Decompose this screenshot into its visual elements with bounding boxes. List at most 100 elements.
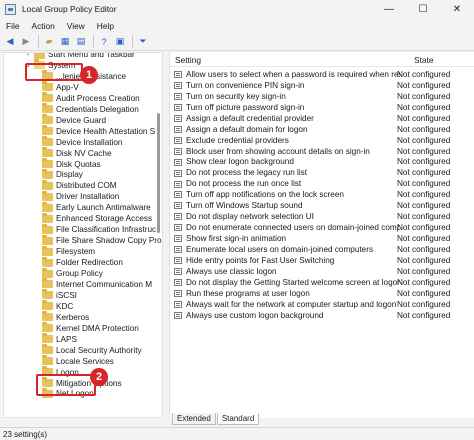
setting-row[interactable]: Do not enumerate connected users on doma… xyxy=(170,222,474,233)
setting-row[interactable]: Assign a default credential provider Not … xyxy=(170,113,474,124)
setting-row[interactable]: Do not display network selection UI Not c… xyxy=(170,211,474,222)
close-button[interactable]: ✕ xyxy=(440,0,474,18)
setting-row[interactable]: Enumerate local users on domain-joined c… xyxy=(170,244,474,255)
minimize-button[interactable]: — xyxy=(372,0,406,18)
folder-icon xyxy=(42,92,53,103)
tree-node[interactable]: Display xyxy=(42,168,83,180)
tree-node[interactable]: Disk Quotas xyxy=(42,158,101,170)
tree-node-label: iSCSI xyxy=(56,290,77,300)
menu-action[interactable]: Action xyxy=(26,21,61,31)
tree-node[interactable]: Filesystem xyxy=(42,245,95,257)
tree-node[interactable]: Local Security Authority xyxy=(42,344,142,356)
policy-setting-icon xyxy=(174,224,182,232)
menu-file[interactable]: File xyxy=(0,21,26,31)
setting-row[interactable]: Do not process the run once list Not conf… xyxy=(170,179,474,190)
setting-row[interactable]: Hide entry points for Fast User Switchin… xyxy=(170,255,474,266)
setting-state: Not configured xyxy=(397,288,451,298)
filter-icon[interactable]: ⏷ xyxy=(136,35,150,49)
tab-standard[interactable]: Standard xyxy=(216,413,260,425)
folder-icon xyxy=(42,256,53,267)
tree-node[interactable]: iSCSI xyxy=(42,289,77,301)
back-icon[interactable]: ◀ xyxy=(3,35,17,49)
setting-row[interactable]: Run these programs at user logon Not conf… xyxy=(170,288,474,299)
setting-state: Not configured xyxy=(397,69,451,79)
maximize-button[interactable]: ☐ xyxy=(406,0,440,18)
title-bar: Local Group Policy Editor — ☐ ✕ xyxy=(0,0,474,18)
setting-row[interactable]: Do not display the Getting Started welco… xyxy=(170,277,474,288)
forward-icon[interactable]: ▶ xyxy=(19,35,33,49)
tree-node-label: Credentials Delegation xyxy=(56,104,139,114)
setting-row[interactable]: Do not process the legacy run list Not co… xyxy=(170,168,474,179)
setting-state: Not configured xyxy=(397,310,451,320)
tree-node[interactable]: Kernel DMA Protection xyxy=(42,322,139,334)
folder-icon xyxy=(42,289,53,300)
column-setting[interactable]: Setting xyxy=(175,55,201,65)
tab-extended[interactable]: Extended xyxy=(172,413,216,425)
tree-node[interactable]: Credentials Delegation xyxy=(42,103,139,115)
setting-row[interactable]: Show first sign-in animation Not configur… xyxy=(170,233,474,244)
setting-row[interactable]: Always use classic logon Not configured xyxy=(170,266,474,277)
tree-scrollbar-thumb[interactable] xyxy=(157,113,160,233)
tree-node[interactable]: Device Guard xyxy=(42,114,106,126)
menu-help[interactable]: Help xyxy=(91,21,120,31)
tree-node[interactable]: File Classification Infrastruc xyxy=(42,223,156,235)
setting-name: Always use classic logon xyxy=(186,266,277,276)
navigation-tree[interactable]: › Start Menu and Taskbar ⌄ System ...lenied … xyxy=(3,52,163,418)
setting-state: Not configured xyxy=(397,157,451,167)
highlight-logon-box xyxy=(36,374,96,396)
tree-node[interactable]: Driver Installation xyxy=(42,190,119,202)
help-icon[interactable]: ▣ xyxy=(113,35,127,49)
tree-node-label: Locale Services xyxy=(56,356,114,366)
tree-node[interactable]: Kerberos xyxy=(42,311,89,323)
setting-row[interactable]: Block user from showing account details … xyxy=(170,146,474,157)
setting-row[interactable]: Assign a default domain for logon Not con… xyxy=(170,124,474,135)
column-header: Setting State xyxy=(170,54,474,67)
toolbar-separator xyxy=(38,35,39,48)
tree-node[interactable]: Early Launch Antimalware xyxy=(42,201,151,213)
policy-setting-icon xyxy=(174,114,182,122)
column-state[interactable]: State xyxy=(414,55,434,65)
tree-node-label: Distributed COM xyxy=(56,181,117,191)
setting-state: Not configured xyxy=(397,80,451,90)
setting-row[interactable]: Turn off app notifications on the lock s… xyxy=(170,189,474,200)
tree-node[interactable]: Audit Process Creation xyxy=(42,92,140,104)
setting-row[interactable]: Exclude credential providers Not configur… xyxy=(170,135,474,146)
tree-node[interactable]: Internet Communication M xyxy=(42,278,152,290)
properties-icon[interactable]: ? xyxy=(97,35,111,49)
tree-node[interactable]: Locale Services xyxy=(42,355,114,367)
tree-node[interactable]: File Share Shadow Copy Pro xyxy=(42,234,162,246)
tree-node[interactable]: Enhanced Storage Access xyxy=(42,212,152,224)
setting-row[interactable]: Turn off Windows Startup sound Not config… xyxy=(170,200,474,211)
folder-icon xyxy=(42,223,53,234)
folder-icon xyxy=(42,322,53,333)
setting-row[interactable]: Always use custom logon background Not co… xyxy=(170,310,474,321)
chevron-right-icon[interactable]: › xyxy=(24,53,32,58)
tree-node[interactable]: Group Policy xyxy=(42,267,103,279)
policy-setting-icon xyxy=(174,290,182,297)
export-list-icon[interactable]: ▤ xyxy=(74,35,88,49)
setting-state: Not configured xyxy=(397,277,451,287)
show-hide-tree-icon[interactable]: ▦ xyxy=(58,35,72,49)
tree-node[interactable]: LAPS xyxy=(42,333,77,345)
menu-view[interactable]: View xyxy=(61,21,91,31)
policy-setting-icon xyxy=(174,92,182,100)
tree-node[interactable]: KDC xyxy=(42,300,73,312)
tree-node[interactable]: Disk NV Cache xyxy=(42,147,112,159)
tree-node[interactable]: Distributed COM xyxy=(42,179,117,191)
tree-node[interactable]: Device Health Attestation S xyxy=(42,125,155,137)
setting-row[interactable]: Turn off picture password sign-in Not con… xyxy=(170,102,474,113)
tree-scrollbar[interactable] xyxy=(156,53,162,413)
tree-node[interactable]: Folder Redirection xyxy=(42,256,123,268)
folder-icon xyxy=(42,81,53,92)
setting-row[interactable]: Turn on security key sign-in Not configur… xyxy=(170,91,474,102)
setting-row[interactable]: Turn on convenience PIN sign-in Not confi… xyxy=(170,80,474,91)
tree-node[interactable]: Device Installation xyxy=(42,136,122,148)
tree-node[interactable]: App-V xyxy=(42,81,79,93)
setting-row[interactable]: Always wait for the network at computer … xyxy=(170,299,474,310)
setting-row[interactable]: Allow users to select when a password is… xyxy=(170,69,474,80)
setting-row[interactable]: Show clear logon background Not configure… xyxy=(170,157,474,168)
setting-name: Hide entry points for Fast User Switchin… xyxy=(186,256,335,266)
up-folder-icon[interactable]: ▰ xyxy=(42,35,56,49)
policy-setting-icon xyxy=(174,158,182,166)
tree-node[interactable]: › Start Menu and Taskbar xyxy=(24,53,135,60)
